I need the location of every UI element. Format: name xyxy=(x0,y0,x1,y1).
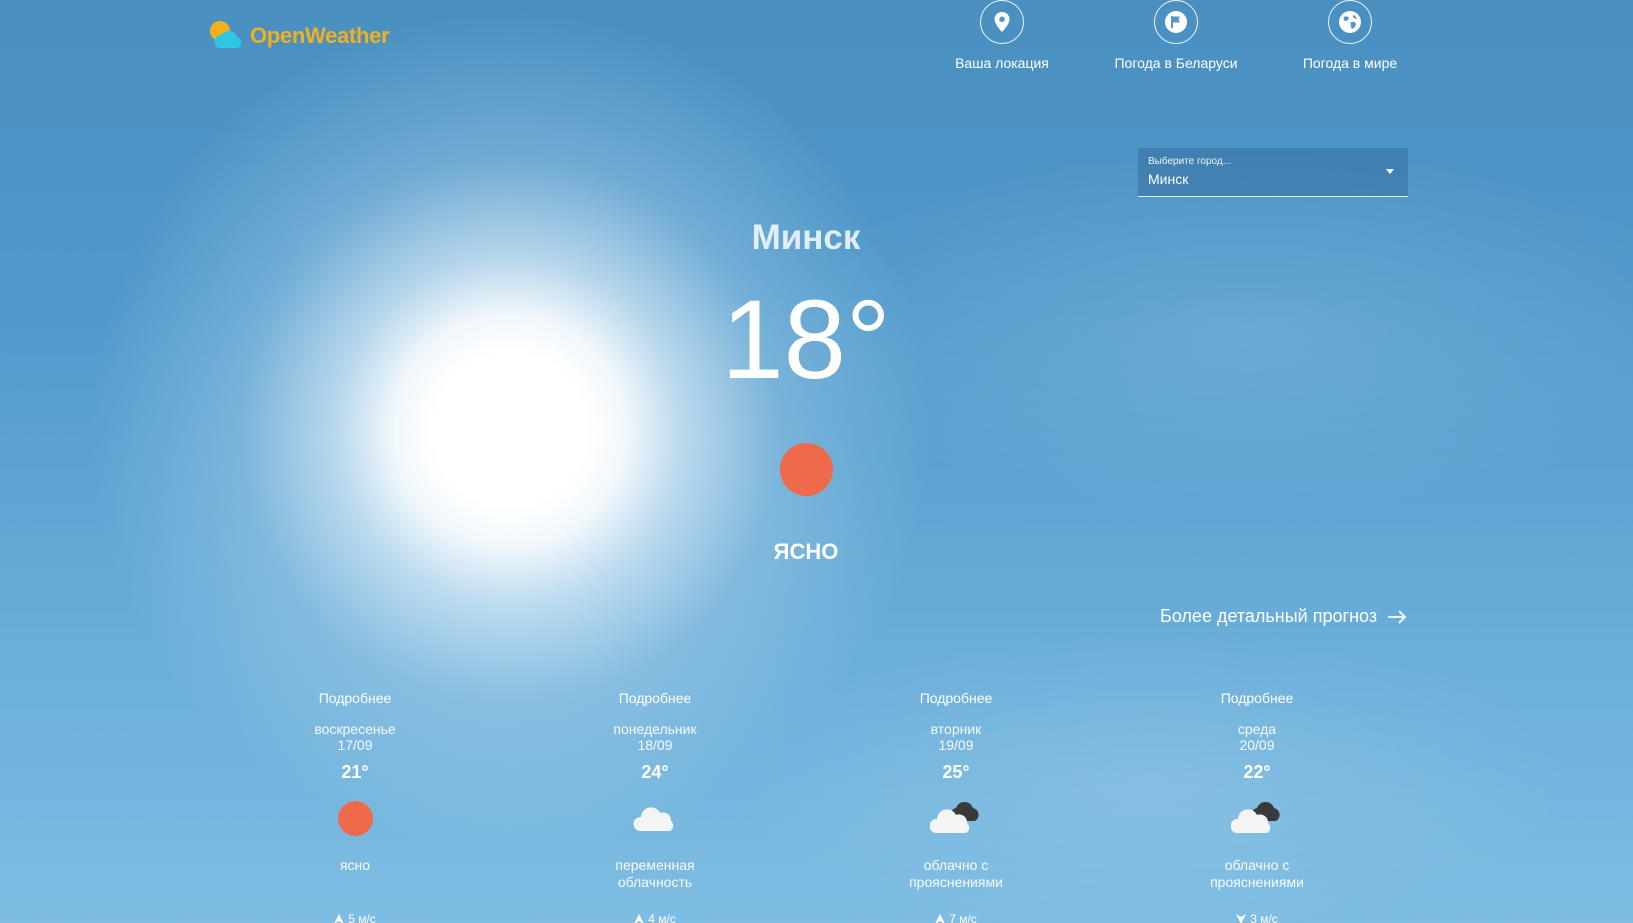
nav-label-world: Погода в мире xyxy=(1302,55,1398,71)
forecast-day-card: Подробнее среда 20/09 22° облачно с проя… xyxy=(1157,690,1357,923)
cloud-dark-cloud-icon xyxy=(930,793,982,843)
nav-belarus-weather[interactable]: Погода в Беларуси xyxy=(1091,0,1261,71)
forecast-temperature: 25° xyxy=(942,762,970,782)
forecast-wind-speed: 7 м/с xyxy=(949,912,977,923)
forecast-wind: 3 м/с xyxy=(1236,912,1278,923)
wind-arrow-up-icon xyxy=(634,914,644,923)
nav-label-location: Ваша локация xyxy=(955,55,1049,71)
globe-icon xyxy=(1328,0,1372,44)
forecast-date: 19/09 xyxy=(938,737,974,753)
forecast-day-name: вторник xyxy=(930,721,982,737)
forecast-day-name: воскресенье xyxy=(314,721,396,737)
forecast-date: 20/09 xyxy=(1239,737,1275,753)
forecast-more-link[interactable]: Подробнее xyxy=(1221,690,1294,706)
sun-icon xyxy=(337,793,373,843)
forecast-day-card: Подробнее вторник 19/09 25° облачно с пр… xyxy=(856,690,1056,923)
forecast-condition: облачно с xyxy=(923,857,989,873)
forecast-wind: 7 м/с xyxy=(935,912,977,923)
forecast-condition: облачно с xyxy=(1224,857,1290,873)
detailed-forecast-link[interactable]: Более детальный прогноз xyxy=(1160,606,1407,627)
forecast-more-link[interactable]: Подробнее xyxy=(319,690,392,706)
flag-icon xyxy=(1154,0,1198,44)
forecast-temperature: 21° xyxy=(341,762,369,782)
forecast-wind-speed: 4 м/с xyxy=(648,912,676,923)
forecast-day-name: среда xyxy=(1237,721,1277,737)
arrow-right-icon xyxy=(1388,609,1407,624)
cloud-icon xyxy=(632,793,678,843)
forecast-condition: переменная xyxy=(615,857,695,873)
forecast-temperature: 22° xyxy=(1243,762,1271,782)
forecast-day-name: понедельник xyxy=(613,721,697,737)
logo[interactable]: OpenWeather xyxy=(206,18,390,54)
nav-your-location[interactable]: Ваша локация xyxy=(917,0,1087,71)
forecast-date: 18/09 xyxy=(637,737,673,753)
detailed-forecast-label: Более детальный прогноз xyxy=(1160,606,1378,626)
city-name: Минск xyxy=(751,218,861,257)
current-condition: ЯСНО xyxy=(773,539,839,564)
sun-icon xyxy=(780,443,833,496)
wind-arrow-up-icon xyxy=(334,914,344,923)
city-select-value: Минск xyxy=(1148,171,1189,187)
forecast-date: 17/09 xyxy=(337,737,373,753)
forecast-wind: 5 м/с xyxy=(334,912,376,923)
forecast-condition-line2: прояснениями xyxy=(1210,874,1304,890)
location-pin-icon xyxy=(980,0,1024,44)
city-select-caption: Выберите город... xyxy=(1148,156,1232,167)
forecast-more-link[interactable]: Подробнее xyxy=(619,690,692,706)
forecast-wind: 4 м/с xyxy=(634,912,676,923)
city-select[interactable]: Выберите город... Минск xyxy=(1138,148,1408,197)
chevron-down-icon xyxy=(1386,169,1394,174)
forecast-wind-speed: 3 м/с xyxy=(1250,912,1278,923)
forecast-condition: ясно xyxy=(339,857,371,873)
forecast-day-card: Подробнее понедельник 18/09 24° переменн… xyxy=(555,690,755,923)
cloud-dark-cloud-icon xyxy=(1231,793,1283,843)
wind-arrow-up-icon xyxy=(935,914,945,923)
forecast-more-link[interactable]: Подробнее xyxy=(920,690,993,706)
forecast-condition-line2: облачность xyxy=(617,874,693,890)
nav-world-weather[interactable]: Погода в мире xyxy=(1265,0,1435,71)
logo-icon xyxy=(210,21,242,48)
forecast-day-card: Подробнее воскресенье 17/09 21° ясно 5 м… xyxy=(255,690,455,923)
forecast-condition-line2: прояснениями xyxy=(909,874,1003,890)
forecast-temperature: 24° xyxy=(641,762,669,782)
wind-arrow-down-icon xyxy=(1236,914,1247,923)
logo-text: OpenWeather xyxy=(250,23,390,48)
current-temperature: 18° xyxy=(721,277,891,402)
forecast-wind-speed: 5 м/с xyxy=(348,912,376,923)
nav-label-belarus: Погода в Беларуси xyxy=(1114,55,1238,71)
